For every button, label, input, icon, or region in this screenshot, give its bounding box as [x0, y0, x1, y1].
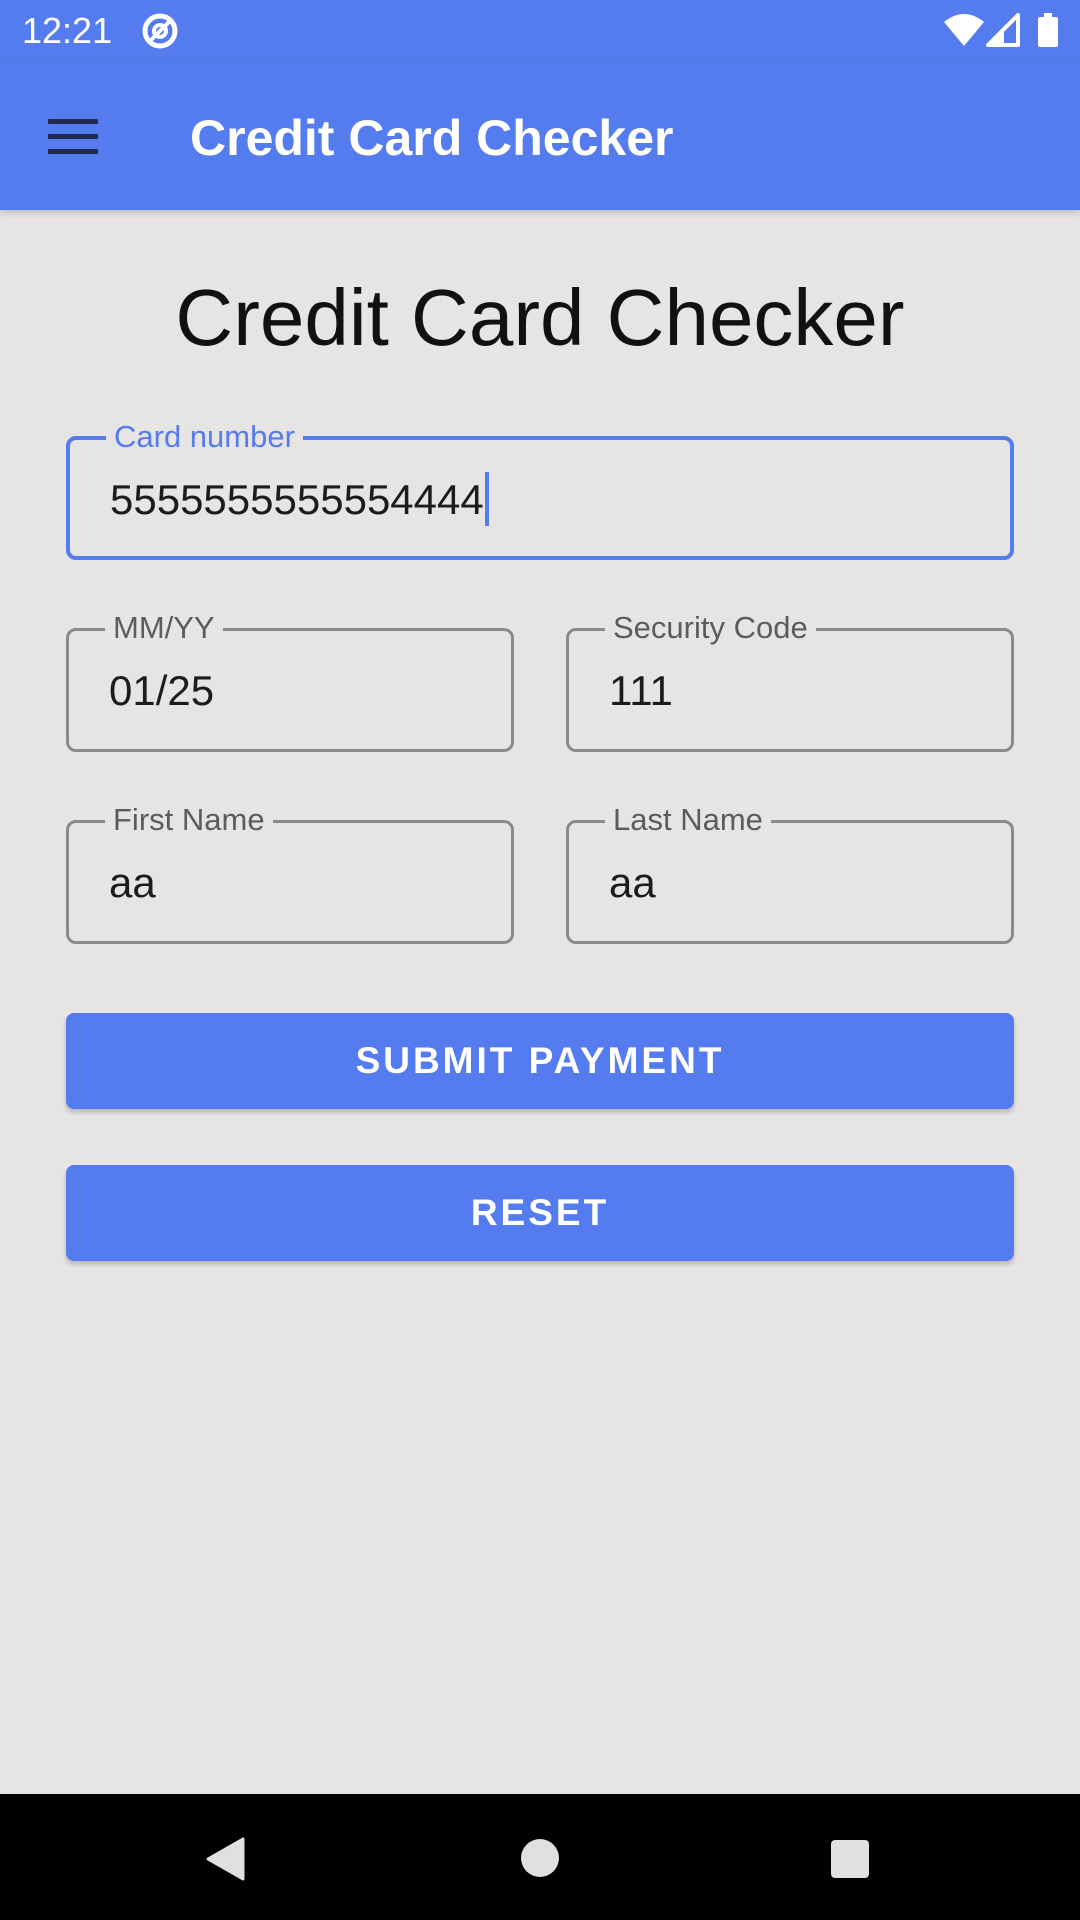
expiry-value[interactable]: 01/25	[109, 665, 214, 717]
last-name-value[interactable]: aa	[609, 857, 656, 909]
card-number-label: Card number	[106, 418, 303, 456]
wifi-icon	[944, 14, 984, 46]
back-triangle-icon[interactable]	[205, 1837, 245, 1881]
card-number-value[interactable]: 5555555555554444	[110, 476, 484, 523]
first-name-value[interactable]: aa	[109, 857, 156, 909]
expiry-field[interactable]: MM/YY 01/25	[66, 609, 514, 752]
first-name-label: First Name	[105, 801, 273, 839]
at-sign-icon	[142, 13, 178, 49]
expiry-label: MM/YY	[105, 609, 223, 647]
card-number-value-wrap: 5555555555554444	[110, 471, 489, 526]
app-bar: Credit Card Checker	[0, 63, 1080, 210]
security-code-label: Security Code	[605, 609, 816, 647]
recents-square-icon[interactable]	[831, 1840, 869, 1878]
text-caret	[484, 471, 489, 526]
submit-payment-button[interactable]: SUBMIT PAYMENT	[66, 1013, 1014, 1109]
status-time: 12:21	[22, 10, 113, 51]
last-name-label: Last Name	[605, 801, 771, 839]
security-code-field[interactable]: Security Code 111	[566, 609, 1014, 752]
system-nav-bar	[0, 1794, 1080, 1920]
page-title: Credit Card Checker	[175, 273, 905, 362]
battery-icon	[1038, 13, 1058, 47]
app-bar-title: Credit Card Checker	[190, 110, 674, 166]
cell-signal-icon	[986, 13, 1020, 47]
first-name-field[interactable]: First Name aa	[66, 801, 514, 944]
security-code-value[interactable]: 111	[609, 665, 673, 717]
reset-button[interactable]: RESET	[66, 1165, 1014, 1261]
last-name-field[interactable]: Last Name aa	[566, 801, 1014, 944]
home-circle-icon[interactable]	[521, 1839, 559, 1877]
hamburger-menu-icon[interactable]	[40, 110, 106, 162]
card-number-field[interactable]: Card number 5555555555554444	[66, 418, 1014, 560]
status-bar: 12:21	[0, 0, 1080, 63]
